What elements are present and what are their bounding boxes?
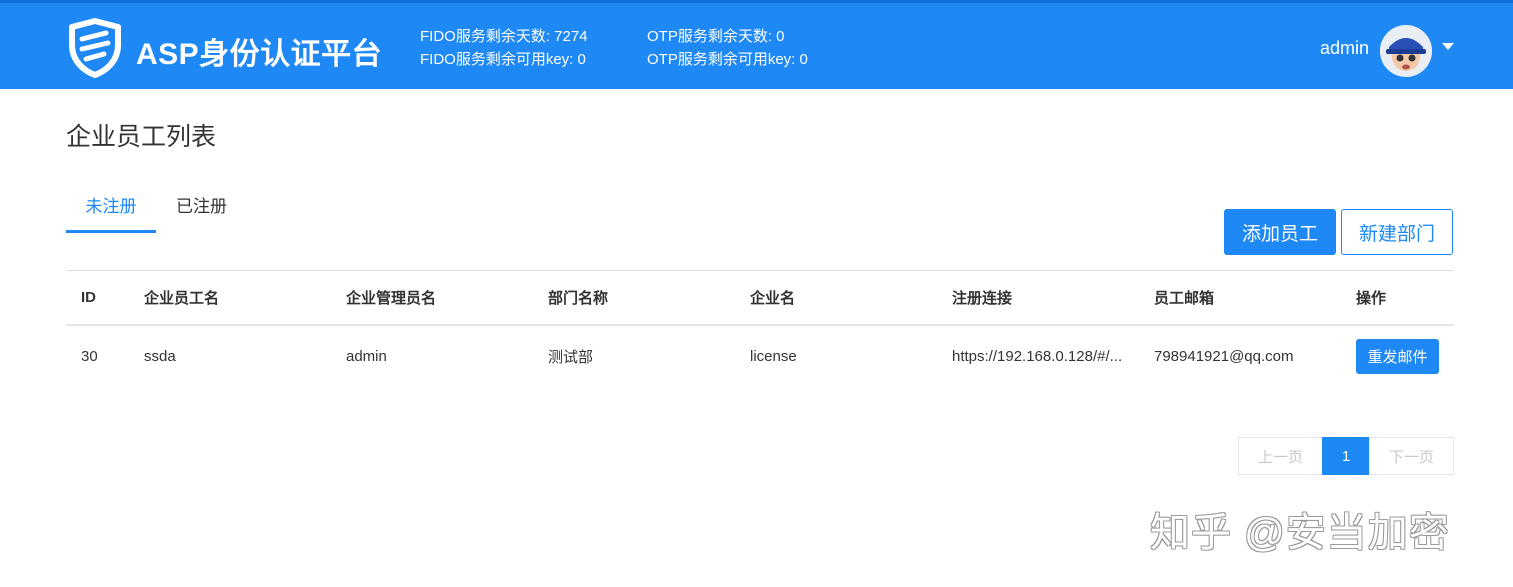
column-header: 员工邮箱 [1154, 290, 1215, 307]
next-page-button[interactable]: 下一页 [1369, 437, 1454, 475]
cell-actions: 重发邮件 [1356, 326, 1454, 386]
cell-department: 测试部 [548, 348, 594, 366]
column-header: 企业员工名 [144, 290, 220, 307]
table-header: ID 企业员工名 企业管理员名 部门名称 企业名 注册连接 员工邮箱 操作 [66, 270, 1454, 326]
user-name[interactable]: admin [1320, 38, 1369, 59]
column-header: 企业管理员名 [346, 290, 437, 307]
otp-stats: OTP服务剩余天数: 0 OTP服务剩余可用key: 0 [647, 25, 808, 71]
otp-days-text: OTP服务剩余天数: 0 [647, 28, 785, 45]
cell-company: license [750, 347, 797, 365]
cell-employee-name: ssda [144, 347, 176, 365]
fido-days-text: FIDO服务剩余天数: 7274 [420, 28, 588, 45]
add-employee-button[interactable]: 添加员工 [1224, 209, 1336, 255]
column-header: 企业名 [750, 290, 796, 307]
watermark: 知乎 @安当加密 [1150, 511, 1450, 555]
tab-registered[interactable]: 已注册 [176, 195, 227, 233]
fido-stats: FIDO服务剩余天数: 7274 FIDO服务剩余可用key: 0 [420, 25, 588, 71]
new-department-button[interactable]: 新建部门 [1341, 209, 1453, 255]
column-header: 操作 [1356, 290, 1387, 307]
resend-email-button[interactable]: 重发邮件 [1356, 338, 1439, 374]
chevron-down-icon[interactable] [1442, 43, 1454, 50]
tab-unregistered[interactable]: 未注册 [66, 195, 156, 233]
top-navbar: ASP身份认证平台 FIDO服务剩余天数: 7274 FIDO服务剩余可用key… [0, 0, 1513, 89]
column-header: 部门名称 [548, 290, 609, 307]
column-header: 注册连接 [952, 290, 1013, 307]
brand-title: ASP身份认证平台 [136, 38, 383, 71]
cell-admin-name: admin [346, 347, 387, 365]
cell-register-link[interactable]: https://192.168.0.128/#/... [952, 326, 1132, 386]
column-header: ID [81, 289, 96, 306]
shield-logo-icon [69, 18, 121, 78]
cell-email: 798941921@qq.com [1154, 347, 1294, 365]
tab-bar: 未注册 已注册 [66, 195, 246, 235]
page-button-current[interactable]: 1 [1322, 437, 1370, 475]
cell-id: 30 [81, 347, 98, 365]
fido-keys-text: FIDO服务剩余可用key: 0 [420, 51, 586, 68]
page-title: 企业员工列表 [66, 123, 217, 151]
avatar[interactable] [1380, 25, 1432, 77]
avatar-image-icon [1380, 25, 1432, 77]
prev-page-button[interactable]: 上一页 [1238, 437, 1323, 475]
table-row: 30 ssda admin 测试部 license https://192.16… [66, 326, 1454, 386]
otp-keys-text: OTP服务剩余可用key: 0 [647, 51, 808, 68]
